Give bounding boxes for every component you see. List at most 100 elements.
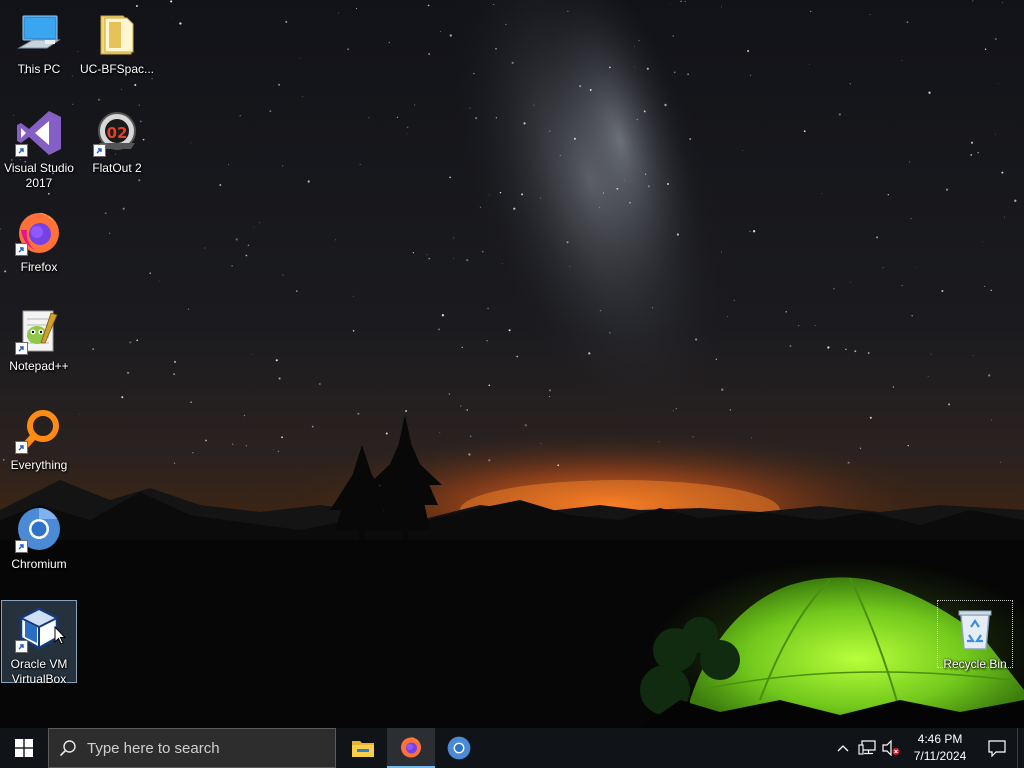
star xyxy=(869,416,872,419)
star xyxy=(999,461,1002,463)
star xyxy=(869,14,871,15)
star xyxy=(187,308,189,310)
star xyxy=(413,104,416,106)
desktop-icon-label: Firefox xyxy=(20,260,58,274)
star xyxy=(466,258,469,262)
star xyxy=(720,6,722,8)
star xyxy=(352,330,355,332)
star xyxy=(789,345,792,348)
star xyxy=(927,376,929,377)
desktop-icon-recycle-bin[interactable]: Recycle Bin xyxy=(937,600,1013,671)
star xyxy=(285,20,288,23)
star xyxy=(357,412,360,415)
star xyxy=(136,339,139,342)
taskbar-search-box[interactable]: Type here to search xyxy=(48,728,336,768)
chevron-up-icon xyxy=(837,745,849,752)
taskbar-chromium-button[interactable] xyxy=(435,728,483,768)
star xyxy=(272,449,274,450)
star xyxy=(928,91,931,94)
volume-button[interactable] xyxy=(879,728,903,768)
shortcut-arrow-icon xyxy=(15,540,28,553)
star xyxy=(173,373,175,375)
star xyxy=(172,17,174,18)
star xyxy=(915,266,916,268)
shortcut-arrow-icon xyxy=(15,144,28,157)
star xyxy=(245,254,248,257)
star xyxy=(867,352,870,354)
star xyxy=(850,282,852,283)
chromium-icon xyxy=(447,736,471,760)
star xyxy=(126,371,130,374)
desktop-icon-this-pc[interactable]: This PC xyxy=(1,6,77,90)
star xyxy=(239,115,241,117)
taskbar-firefox-button[interactable] xyxy=(387,728,435,768)
star xyxy=(488,459,491,462)
network-status-button[interactable] xyxy=(855,728,879,768)
show-hidden-icons-button[interactable] xyxy=(831,728,855,768)
star xyxy=(749,230,751,232)
visual-studio-icon xyxy=(15,109,63,157)
star xyxy=(687,73,689,75)
star xyxy=(589,89,592,91)
start-button[interactable] xyxy=(0,728,48,768)
taskbar-clock[interactable]: 4:46 PM 7/11/2024 xyxy=(903,728,977,768)
star xyxy=(1002,2,1003,3)
star xyxy=(675,408,677,410)
desktop-icon-flatout-2[interactable]: 02 FlatOut 2 xyxy=(79,105,155,189)
star xyxy=(311,425,314,428)
star xyxy=(997,83,999,84)
star xyxy=(838,113,841,116)
star xyxy=(449,176,451,179)
star xyxy=(205,439,207,442)
star xyxy=(694,338,698,341)
shortcut-arrow-icon xyxy=(15,342,28,355)
star xyxy=(281,436,283,439)
shortcut-arrow-icon xyxy=(15,441,28,454)
desktop-icon-label: Chromium xyxy=(11,557,67,571)
this-pc-icon xyxy=(15,10,63,58)
windows-logo-icon xyxy=(15,739,33,757)
star xyxy=(847,461,850,464)
star xyxy=(511,61,514,64)
star xyxy=(347,48,350,51)
star xyxy=(643,110,646,113)
show-desktop-button[interactable] xyxy=(1017,728,1024,768)
star xyxy=(647,185,650,188)
star xyxy=(911,315,913,317)
desktop-icon-label: FlatOut 2 xyxy=(92,161,142,175)
star xyxy=(990,289,992,292)
desktop-icon-notepad-plus-plus[interactable]: Notepad++ xyxy=(1,303,77,387)
star xyxy=(495,117,498,119)
star xyxy=(809,10,812,13)
star xyxy=(231,264,233,267)
star xyxy=(129,341,132,344)
star xyxy=(359,164,361,165)
star xyxy=(988,374,991,377)
star xyxy=(809,63,810,65)
star xyxy=(121,396,124,399)
action-center-button[interactable] xyxy=(977,728,1017,768)
star xyxy=(645,173,647,175)
star xyxy=(549,130,551,132)
star xyxy=(335,239,337,241)
desktop-icon-firefox[interactable]: Firefox xyxy=(1,204,77,288)
star xyxy=(994,37,997,41)
desktop-icon-everything[interactable]: Everything xyxy=(1,402,77,486)
desktop-icon-visual-studio-2017[interactable]: Visual Studio 2017 xyxy=(1,105,77,190)
taskbar-file-explorer-button[interactable] xyxy=(339,728,387,768)
search-placeholder: Type here to search xyxy=(87,739,220,757)
desktop-icon-uc-bfspac[interactable]: UC-BFSpac... xyxy=(79,6,155,90)
star xyxy=(219,184,222,186)
star xyxy=(235,238,238,241)
star xyxy=(680,0,682,3)
desktop[interactable]: This PC UC-BFSpac... Visual Studio 2017 xyxy=(0,0,1024,728)
star xyxy=(906,21,909,24)
star xyxy=(827,346,830,349)
star xyxy=(368,117,370,119)
star xyxy=(638,39,640,42)
desktop-icon-chromium[interactable]: Chromium xyxy=(1,501,77,585)
star xyxy=(887,194,889,196)
star xyxy=(412,252,415,254)
star xyxy=(499,191,502,194)
firefox-icon xyxy=(15,208,63,256)
